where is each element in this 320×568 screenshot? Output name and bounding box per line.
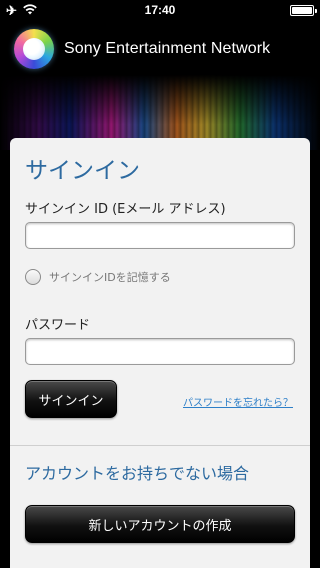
status-time: 17:40 [144, 3, 176, 17]
password-label: パスワード [25, 318, 91, 333]
no-account-heading: アカウントをお持ちでない場合 [25, 464, 250, 483]
battery-icon [290, 5, 317, 16]
signin-button-label: サインイン [38, 393, 104, 409]
app-screen: ✈ 17:40 Sony Entertainment Network サインイン… [0, 0, 320, 568]
create-account-button[interactable]: 新しいアカウントの作成 [25, 505, 295, 543]
remember-id-row[interactable]: サインインIDを記憶する [25, 269, 171, 285]
forgot-password-link[interactable]: パスワードを忘れたら？ [183, 394, 293, 409]
status-bar: ✈ 17:40 [0, 0, 320, 20]
remember-id-checkbox[interactable] [25, 269, 41, 285]
signin-card: サインイン サインイン ID (Eメール アドレス) サインインIDを記憶する … [10, 138, 310, 568]
header: Sony Entertainment Network [0, 20, 320, 150]
remember-id-label: サインインIDを記憶する [49, 271, 171, 284]
signin-id-input[interactable] [25, 222, 295, 249]
signin-title: サインイン [25, 158, 140, 184]
sony-logo-icon [14, 29, 54, 69]
password-input[interactable] [25, 338, 295, 365]
section-divider [10, 445, 310, 446]
signin-button[interactable]: サインイン [25, 380, 117, 418]
brand-title: Sony Entertainment Network [64, 40, 271, 57]
signin-id-label: サインイン ID (Eメール アドレス) [25, 202, 226, 217]
create-account-button-label: 新しいアカウントの作成 [88, 518, 232, 534]
